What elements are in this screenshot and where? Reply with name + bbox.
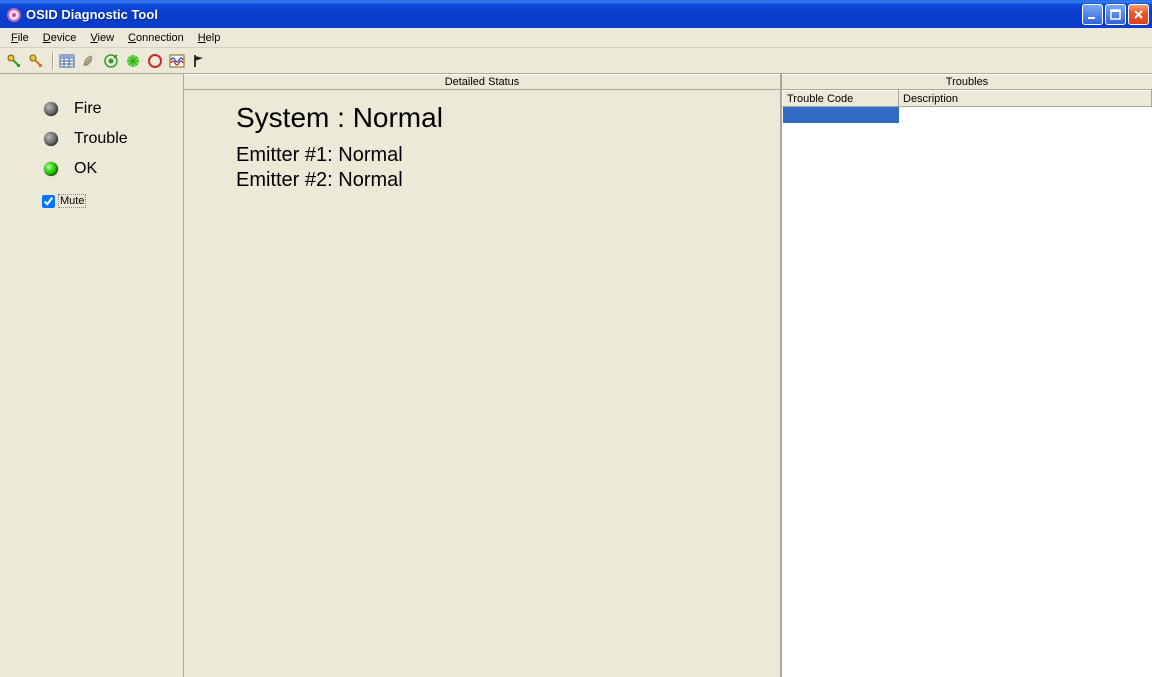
menu-help-label-rest: elp	[206, 32, 221, 44]
emitter2-status-line: Emitter #2: Normal	[236, 169, 780, 192]
status-ok-row: OK	[0, 154, 183, 184]
troubles-table: Trouble Code Description	[782, 90, 1152, 123]
ok-label: OK	[74, 160, 97, 178]
minimize-button[interactable]	[1082, 4, 1103, 25]
close-button[interactable]	[1128, 4, 1149, 25]
status-fire-row: Fire	[0, 94, 183, 124]
mute-checkbox[interactable]	[42, 195, 55, 208]
toolbar-flag-button[interactable]	[189, 51, 209, 71]
status-sidebar: Fire Trouble OK Mute	[0, 74, 184, 677]
menu-help[interactable]: Help	[191, 31, 228, 45]
mute-row: Mute	[0, 184, 183, 208]
app-icon	[6, 7, 22, 23]
toolbar-target-button[interactable]	[101, 51, 121, 71]
trouble-desc-cell	[899, 107, 1152, 123]
content-area: Fire Trouble OK Mute Detailed Status Sys…	[0, 74, 1152, 677]
toolbar-wave-button[interactable]	[167, 51, 187, 71]
troubles-body: Trouble Code Description	[782, 90, 1152, 677]
menu-bar: File Device View Connection Help	[0, 28, 1152, 48]
toolbar	[0, 48, 1152, 74]
menu-device-label-rest: evice	[51, 32, 77, 44]
status-trouble-row: Trouble	[0, 124, 183, 154]
main-panels: Detailed Status System : Normal Emitter …	[184, 74, 1152, 677]
fire-label: Fire	[74, 100, 102, 118]
ok-led-icon	[44, 162, 58, 176]
toolbar-separator	[52, 52, 53, 70]
troubles-col-code[interactable]: Trouble Code	[783, 91, 899, 107]
toolbar-connect-orange-button[interactable]	[26, 51, 46, 71]
emitter1-status-line: Emitter #1: Normal	[236, 144, 780, 167]
trouble-led-icon	[44, 132, 58, 146]
menu-file-label-rest: ile	[18, 32, 29, 44]
toolbar-star-green-button[interactable]	[123, 51, 143, 71]
toolbar-circle-red-button[interactable]	[145, 51, 165, 71]
maximize-button[interactable]	[1105, 4, 1126, 25]
menu-connection-label-rest: onnection	[136, 32, 184, 44]
window-title: OSID Diagnostic Tool	[26, 7, 158, 22]
window-controls	[1082, 4, 1149, 25]
mute-label[interactable]: Mute	[58, 194, 86, 208]
menu-file[interactable]: File	[4, 31, 36, 45]
trouble-label: Trouble	[74, 130, 128, 148]
menu-view-label-rest: iew	[98, 32, 115, 44]
system-status-line: System : Normal	[236, 102, 780, 134]
toolbar-leaf-button[interactable]	[79, 51, 99, 71]
fire-led-icon	[44, 102, 58, 116]
trouble-code-cell	[783, 107, 899, 123]
title-bar: OSID Diagnostic Tool	[0, 0, 1152, 28]
toolbar-grid-button[interactable]	[57, 51, 77, 71]
detailed-status-body: System : Normal Emitter #1: Normal Emitt…	[184, 90, 780, 677]
troubles-panel: Troubles Trouble Code Description	[782, 74, 1152, 677]
troubles-header: Troubles	[782, 74, 1152, 90]
menu-connection[interactable]: Connection	[121, 31, 191, 45]
troubles-col-desc[interactable]: Description	[899, 91, 1152, 107]
toolbar-connect-green-button[interactable]	[4, 51, 24, 71]
detailed-status-panel: Detailed Status System : Normal Emitter …	[184, 74, 782, 677]
detailed-status-header: Detailed Status	[184, 74, 780, 90]
menu-view[interactable]: View	[83, 31, 121, 45]
menu-device[interactable]: Device	[36, 31, 84, 45]
table-row[interactable]	[783, 107, 1152, 123]
